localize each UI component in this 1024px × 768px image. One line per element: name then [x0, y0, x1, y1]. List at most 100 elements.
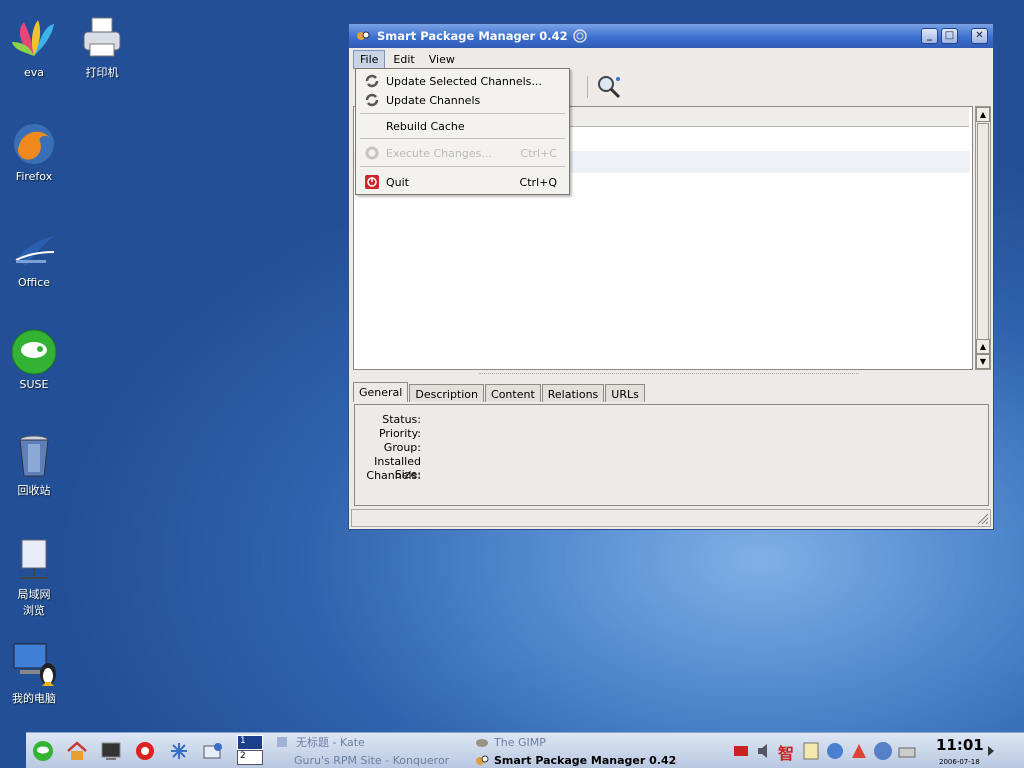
start-menu-icon[interactable] — [32, 740, 54, 762]
network-icon — [20, 539, 48, 579]
kmail-icon[interactable] — [202, 740, 224, 762]
spiral-icon — [572, 29, 587, 43]
scroll-thumb[interactable] — [977, 123, 989, 341]
menu-edit[interactable]: Edit — [387, 51, 420, 68]
input-method-indicator[interactable]: 智 — [778, 740, 794, 764]
update-icon — [365, 93, 379, 107]
pager-desktop-2[interactable]: 2 — [237, 750, 263, 765]
menubar: File Edit View — [349, 48, 993, 70]
firefox-icon — [14, 124, 54, 164]
klipper-icon[interactable] — [800, 740, 822, 762]
suse-updater-icon[interactable] — [848, 740, 870, 762]
menu-item-update-selected-channels[interactable]: Update Selected Channels... — [356, 72, 569, 90]
home-icon[interactable] — [66, 740, 88, 762]
info-tabs: General Description Content Relations UR… — [353, 382, 646, 402]
desktop-icon-eva[interactable]: eva — [2, 16, 66, 79]
suse-icon — [11, 329, 57, 375]
taskbar-expand-icon[interactable] — [987, 744, 995, 758]
statusbar — [351, 509, 991, 527]
menu-separator — [360, 113, 565, 114]
menu-item-label: Quit — [386, 175, 409, 189]
menu-item-rebuild-cache[interactable]: Rebuild Cache — [356, 117, 569, 135]
desktop-icon-my-computer[interactable]: 我的电脑 — [2, 640, 66, 706]
task-smart-package-manager[interactable]: Smart Package Manager 0.42 — [474, 751, 676, 768]
desktop-icon-trash[interactable]: 回收站 — [2, 432, 66, 498]
scroll-down-button[interactable]: ▼ — [976, 354, 990, 369]
terminal-icon[interactable] — [100, 740, 122, 762]
tab-description[interactable]: Description — [409, 384, 485, 402]
my-computer-icon — [13, 643, 56, 686]
gimp-icon — [476, 739, 488, 747]
package-list-scrollbar[interactable]: ▲ ▲ ▼ — [975, 106, 991, 370]
general-info-panel: Status: Priority: Group: Installed Size:… — [354, 404, 989, 506]
menu-item-label: Update Channels — [386, 93, 481, 107]
package-list-header — [564, 107, 969, 127]
file-menu-dropdown: Update Selected Channels... Update Chann… — [355, 68, 570, 195]
menu-item-quit[interactable]: Quit Ctrl+Q — [356, 173, 569, 191]
network-tray-icon[interactable] — [824, 740, 846, 762]
menu-view[interactable]: View — [423, 51, 461, 68]
window-title: Smart Package Manager 0.42 — [377, 29, 568, 43]
menu-item-shortcut: Ctrl+Q — [519, 175, 557, 189]
desktop-pager: 1 2 — [237, 735, 263, 767]
find-icon[interactable] — [596, 74, 622, 100]
task-label: 无标题 - Kate — [296, 736, 365, 749]
konqueror-icon[interactable] — [168, 740, 190, 762]
office-icon — [15, 236, 55, 266]
menu-item-execute-changes[interactable]: Execute Changes... Ctrl+C — [356, 144, 569, 162]
menu-item-label: Rebuild Cache — [386, 119, 465, 133]
quit-icon — [365, 175, 379, 189]
info-label-group: Group: — [383, 441, 421, 454]
info-label-status: Status: — [382, 413, 421, 426]
taskbar: 1 2 无标题 - Kate Guru's RPM Site - Konquer… — [26, 732, 1024, 768]
volume-icon[interactable] — [754, 740, 776, 762]
update-icon — [365, 74, 379, 88]
maximize-button[interactable]: □ — [941, 28, 958, 44]
resize-grip-icon[interactable] — [977, 513, 989, 525]
tab-relations[interactable]: Relations — [541, 384, 605, 402]
pager-desktop-1[interactable]: 1 — [237, 735, 263, 750]
tray-alarm-icon[interactable] — [730, 740, 752, 762]
window-titlebar[interactable]: Smart Package Manager 0.42 _ □ ✕ — [349, 24, 993, 48]
desktop-icon-label: eva — [23, 66, 45, 79]
task-gimp[interactable]: The GIMP — [474, 733, 546, 751]
info-label-priority: Priority: — [378, 427, 421, 440]
date: 2006-07-18 — [939, 758, 980, 766]
menu-file[interactable]: File — [353, 49, 386, 69]
minimize-button[interactable]: _ — [921, 28, 938, 44]
desktop-icon-office[interactable]: Office — [2, 226, 66, 289]
menu-item-label: Update Selected Channels... — [386, 74, 542, 88]
menu-item-update-channels[interactable]: Update Channels — [356, 91, 569, 109]
tab-general[interactable]: General — [353, 382, 409, 402]
desktop-icon-firefox[interactable]: Firefox — [2, 120, 66, 183]
pane-splitter[interactable] — [479, 373, 859, 376]
desktop-icon-label: 打印机 — [85, 66, 119, 79]
menu-item-shortcut: Ctrl+C — [520, 146, 557, 160]
trash-icon — [19, 435, 49, 477]
task-label: The GIMP — [494, 735, 546, 749]
clock[interactable]: 11:01 — [936, 736, 984, 754]
close-button[interactable]: ✕ — [971, 28, 988, 44]
desktop-icon-label: Office — [17, 276, 51, 289]
tab-content[interactable]: Content — [485, 384, 541, 402]
menu-item-label: Execute Changes... — [386, 146, 492, 160]
toolbar-separator — [587, 76, 588, 98]
kate-icon — [277, 737, 287, 747]
task-kate[interactable]: 无标题 - Kate — [276, 733, 365, 751]
desktop-icon-suse[interactable]: SUSE — [2, 328, 66, 391]
scroll-up-button-lower[interactable]: ▲ — [976, 339, 990, 354]
info-label-channels: Channels: — [366, 469, 421, 482]
tab-urls[interactable]: URLs — [605, 384, 645, 402]
desktop-icon-network[interactable]: 局域网 浏览 — [2, 536, 66, 618]
printer-icon — [83, 17, 121, 57]
task-konqueror[interactable]: Guru's RPM Site - Konqueror — [294, 751, 449, 768]
menu-separator — [360, 138, 565, 139]
desktop-icon-label: 局域网 浏览 — [17, 588, 51, 617]
menu-separator — [360, 166, 565, 167]
help-lifebuoy-icon[interactable] — [134, 740, 156, 762]
scroll-up-button[interactable]: ▲ — [976, 107, 990, 122]
world-clock-icon[interactable] — [872, 740, 894, 762]
printer-tray-icon[interactable] — [896, 740, 918, 762]
desktop-icon-printer[interactable]: 打印机 — [70, 14, 134, 80]
desktop-icon-label: SUSE — [19, 378, 49, 391]
